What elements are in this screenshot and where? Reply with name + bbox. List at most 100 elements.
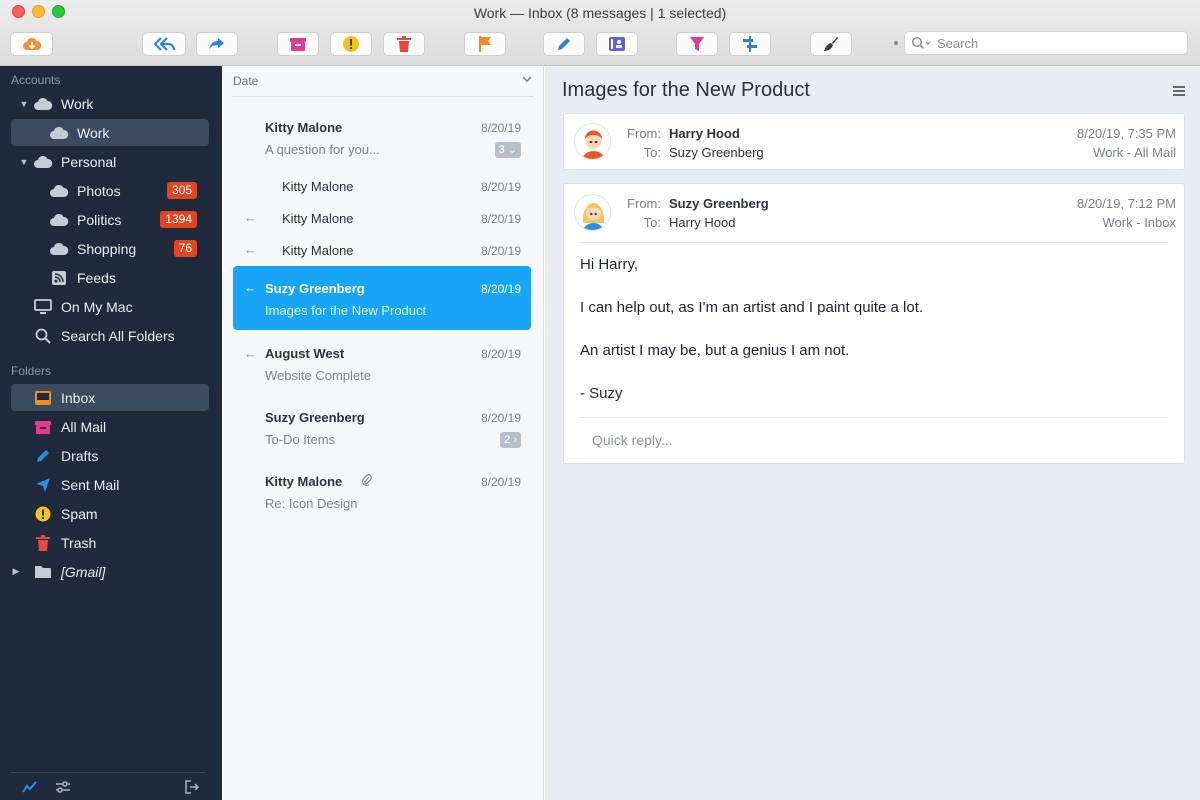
sidebar-item-photos[interactable]: Photos 305 (11, 177, 209, 204)
delete-button[interactable] (383, 32, 425, 56)
spam-icon (33, 505, 53, 523)
message-subject: To-Do Items (265, 432, 336, 447)
sign-out-icon (185, 780, 200, 794)
sidebar-item-gmail[interactable]: ▶ [Gmail] (11, 558, 209, 585)
sidebar-item-label: Inbox (61, 389, 96, 406)
message-to[interactable]: Harry Hood (669, 215, 735, 230)
message-datetime: 8/20/19, 7:12 PM (1076, 196, 1176, 211)
search-scope-dot (894, 41, 898, 45)
folder-icon (33, 563, 53, 581)
settings-sliders-button[interactable] (55, 780, 71, 799)
compose-button[interactable] (543, 32, 585, 56)
archive-button[interactable] (277, 32, 319, 56)
toolbar: Work — Inbox (8 messages | 1 selected) (0, 0, 1200, 66)
replied-arrow-icon: ← (244, 210, 257, 225)
activity-button[interactable] (22, 780, 38, 799)
message-date: 8/20/19 (480, 244, 521, 258)
message-row[interactable]: Suzy Greenberg 8/20/19 To-Do Items 2 › (233, 400, 531, 458)
message-from[interactable]: Suzy Greenberg (669, 196, 769, 211)
contacts-button[interactable] (596, 32, 638, 56)
disclosure-closed-icon[interactable]: ▶ (11, 566, 21, 577)
disclosure-open-icon[interactable]: ▼ (19, 157, 29, 167)
message-row[interactable]: Kitty Malone 8/20/19 (233, 172, 531, 200)
message-sender: Kitty Malone (265, 120, 343, 135)
forward-button[interactable] (196, 32, 238, 56)
sidebar-item-work-inbox[interactable]: Work (11, 119, 209, 146)
sidebar-item-drafts[interactable]: Drafts (11, 442, 209, 469)
message-body-line: An artist I may be, but a genius I am no… (580, 342, 850, 359)
search-input[interactable] (937, 35, 1177, 51)
sort-header[interactable]: Date (232, 66, 534, 97)
disclosure-open-icon[interactable]: ▼ (19, 99, 29, 109)
thread-menu-button[interactable] (1172, 84, 1186, 102)
get-mail-button[interactable] (10, 32, 53, 56)
columns-button[interactable] (729, 32, 771, 56)
message-sender: Kitty Malone (265, 474, 343, 489)
search-icon (911, 36, 931, 50)
message-row[interactable]: ← Kitty Malone 8/20/19 (233, 204, 531, 232)
cloud-icon (33, 95, 53, 113)
message-row[interactable]: ← Kitty Malone 8/20/19 (233, 236, 531, 264)
sidebar-item-label: Trash (61, 534, 97, 551)
message-subject: Re: Icon Design (265, 496, 358, 511)
sidebar-item-label: Drafts (61, 447, 99, 464)
filter-button[interactable] (676, 32, 718, 56)
flag-button[interactable] (464, 32, 506, 56)
activity-icon (22, 781, 37, 793)
spam-button[interactable] (330, 32, 372, 56)
contact-card-icon (609, 37, 625, 51)
cloud-icon (33, 153, 53, 171)
message-row[interactable]: Kitty Malone 8/20/19 Re: Icon Design (233, 464, 531, 522)
search-icon (33, 327, 53, 345)
message-row[interactable]: ← August West 8/20/19 Website Complete (233, 336, 531, 394)
message-header-card[interactable]: From: Harry Hood To: Suzy Greenberg 8/20… (563, 113, 1185, 170)
sidebar-item-spam[interactable]: Spam (11, 500, 209, 527)
cloud-icon (49, 124, 69, 142)
thread-count-badge[interactable]: 2 › (500, 432, 521, 448)
sidebar-item-all-mail[interactable]: All Mail (11, 413, 209, 440)
message-to[interactable]: Suzy Greenberg (669, 145, 764, 160)
sidebar-item-on-my-mac[interactable]: On My Mac (11, 293, 209, 320)
sidebar-item-work-account[interactable]: ▼ Work (11, 90, 209, 117)
unread-count-badge: 305 (166, 182, 197, 199)
message-body-line: - Suzy (580, 385, 623, 402)
header-divider (580, 242, 1168, 243)
message-row-selected[interactable]: ← Suzy Greenberg 8/20/19 Images for the … (233, 266, 531, 330)
message-sender: Kitty Malone (282, 179, 354, 194)
sidebar-item-politics[interactable]: Politics 1394 (11, 206, 209, 233)
message-from[interactable]: Harry Hood (669, 126, 740, 141)
thread-count-badge[interactable]: 3 ⌄ (494, 142, 521, 158)
sidebar-item-inbox[interactable]: Inbox (11, 384, 209, 411)
sidebar-item-label: Feeds (77, 269, 116, 286)
sort-label: Date (233, 74, 259, 88)
message-row[interactable]: Kitty Malone 8/20/19 A question for you.… (233, 110, 531, 168)
folders-section-label: Folders (11, 364, 52, 378)
sidebar-item-label: Photos (77, 182, 121, 199)
replied-arrow-icon: ← (244, 280, 257, 295)
sidebar-item-personal-account[interactable]: ▼ Personal (11, 148, 209, 175)
message-date: 8/20/19 (480, 180, 521, 194)
sidebar-item-sent-mail[interactable]: Sent Mail (11, 471, 209, 498)
sidebar-item-trash[interactable]: Trash (11, 529, 209, 556)
sign-out-button[interactable] (184, 780, 200, 799)
sidebar-item-feeds[interactable]: Feeds (11, 264, 209, 291)
message-date: 8/20/19 (480, 282, 521, 296)
archive-icon (290, 38, 306, 51)
message-card: From: Suzy Greenberg To: Harry Hood 8/20… (563, 183, 1185, 464)
search-box[interactable] (904, 31, 1188, 55)
sidebar-item-shopping[interactable]: Shopping 76 (11, 235, 209, 262)
sidebar-item-label: Spam (61, 505, 98, 522)
hamburger-menu-icon (1173, 86, 1185, 96)
sidebar-item-search-all-folders[interactable]: Search All Folders (11, 322, 209, 349)
message-sender: Suzy Greenberg (265, 281, 365, 296)
theme-button[interactable] (810, 32, 852, 56)
quick-reply-field[interactable]: Quick reply... (592, 432, 673, 448)
message-subject: A question for you... (265, 142, 380, 157)
reply-all-button[interactable] (142, 32, 186, 56)
message-folder: Work - All Mail (1093, 145, 1176, 160)
forward-icon (209, 38, 224, 50)
avatar (574, 123, 611, 160)
window-title: Work — Inbox (8 messages | 1 selected) (473, 5, 727, 21)
sliders-icon (56, 781, 70, 793)
message-sender: Kitty Malone (282, 243, 354, 258)
